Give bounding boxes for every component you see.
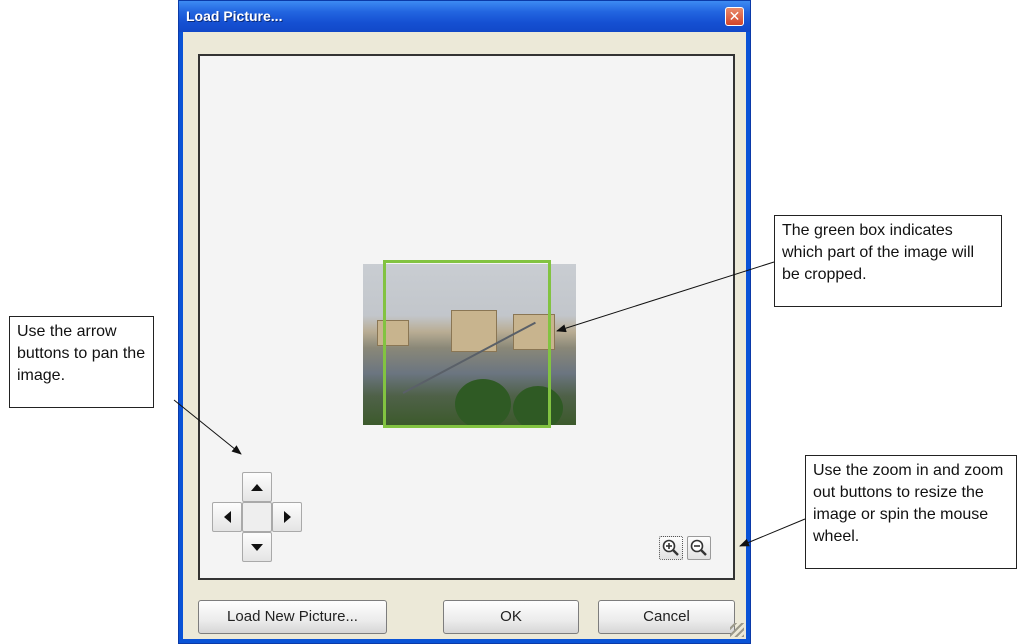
pan-center-button [242,502,272,532]
pan-left-button[interactable] [212,502,242,532]
dialog-title: Load Picture... [186,8,283,24]
zoom-callout: Use the zoom in and zoom out buttons to … [805,455,1017,569]
load-new-picture-button[interactable]: Load New Picture... [198,600,387,634]
arrow-down-icon [251,543,263,551]
dialog-body: Load New Picture... OK Cancel [183,32,746,639]
arrow-up-icon [251,483,263,491]
zoom-out-button[interactable] [687,536,711,560]
close-button[interactable]: ✕ [725,7,744,26]
pan-right-button[interactable] [272,502,302,532]
pan-callout: Use the arrow buttons to pan the image. [9,316,154,408]
load-picture-dialog: Load Picture... ✕ Load New Picture... OK… [178,0,751,644]
cancel-button[interactable]: Cancel [598,600,735,634]
title-bar[interactable]: Load Picture... ✕ [179,1,750,32]
crop-callout: The green box indicates which part of th… [774,215,1002,307]
zoom-in-button[interactable] [659,536,683,560]
zoom-in-icon [662,539,679,556]
arrow-right-icon [283,511,291,523]
crop-box[interactable] [383,260,551,428]
arrow-left-icon [223,511,231,523]
pan-up-button[interactable] [242,472,272,502]
zoom-out-icon [690,539,707,556]
resize-grip[interactable] [730,623,744,637]
pan-down-button[interactable] [242,532,272,562]
ok-button[interactable]: OK [443,600,579,634]
picture-canvas[interactable] [198,54,735,580]
close-icon: ✕ [728,8,741,24]
